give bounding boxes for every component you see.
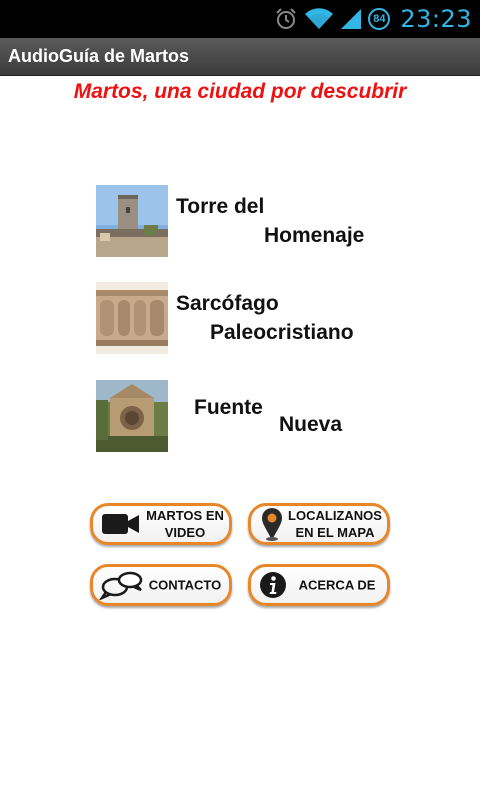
contacto-label: CONTACTO xyxy=(148,577,222,593)
contacto-button[interactable]: CONTACTO xyxy=(90,564,232,606)
martos-video-button[interactable]: MARTOS EN VIDEO xyxy=(90,503,232,545)
monument-label-line2: Homenaje xyxy=(264,224,365,247)
monument-sarcofago-paleocristiano[interactable]: Sarcófago Paleocristiano xyxy=(96,282,396,354)
map-pin-icon xyxy=(261,507,283,541)
torre-thumbnail[interactable] xyxy=(96,185,168,257)
video-label-line1: MARTOS EN xyxy=(146,508,224,523)
map-button-label: LOCALIZANOS EN EL MAPA xyxy=(285,507,385,541)
map-label-line1: LOCALIZANOS xyxy=(288,508,382,523)
monument-fuente-nueva[interactable]: Fuente Nueva xyxy=(96,380,396,452)
fuente-thumbnail[interactable] xyxy=(96,380,168,452)
video-button-label: MARTOS EN VIDEO xyxy=(143,507,227,541)
monument-label-line2: Paleocristiano xyxy=(210,321,354,344)
monument-label-line1: Fuente xyxy=(194,396,263,419)
alarm-icon xyxy=(274,7,298,31)
acerca-de-button[interactable]: ACERCA DE xyxy=(248,564,390,606)
acerca-de-label: ACERCA DE xyxy=(298,577,376,593)
info-icon xyxy=(259,571,287,599)
video-label-line2: VIDEO xyxy=(164,525,206,540)
wifi-icon xyxy=(304,7,334,31)
monument-label-line2: Nueva xyxy=(279,413,343,436)
monument-label-line1: Torre del xyxy=(176,195,265,218)
speech-bubbles-icon xyxy=(99,570,145,600)
battery-icon: 84 xyxy=(368,8,391,30)
status-icons: 84 23:23 xyxy=(274,0,472,38)
monument-torre-del-homenaje[interactable]: Torre del Homenaje xyxy=(96,185,396,257)
map-label-line2: EN EL MAPA xyxy=(295,525,375,540)
status-bar: 84 23:23 xyxy=(0,0,480,38)
app-title-bar: AudioGuía de Martos xyxy=(0,38,480,76)
app-title: AudioGuía de Martos xyxy=(8,46,190,66)
localizanos-map-button[interactable]: LOCALIZANOS EN EL MAPA xyxy=(248,503,390,545)
sarcofago-thumbnail[interactable] xyxy=(96,282,168,354)
page-headline: Martos, una ciudad por descubrir xyxy=(73,80,407,103)
signal-icon xyxy=(340,7,362,31)
video-camera-icon xyxy=(102,512,140,536)
status-clock: 23:23 xyxy=(400,5,472,33)
monument-label-line1: Sarcófago xyxy=(176,292,279,315)
